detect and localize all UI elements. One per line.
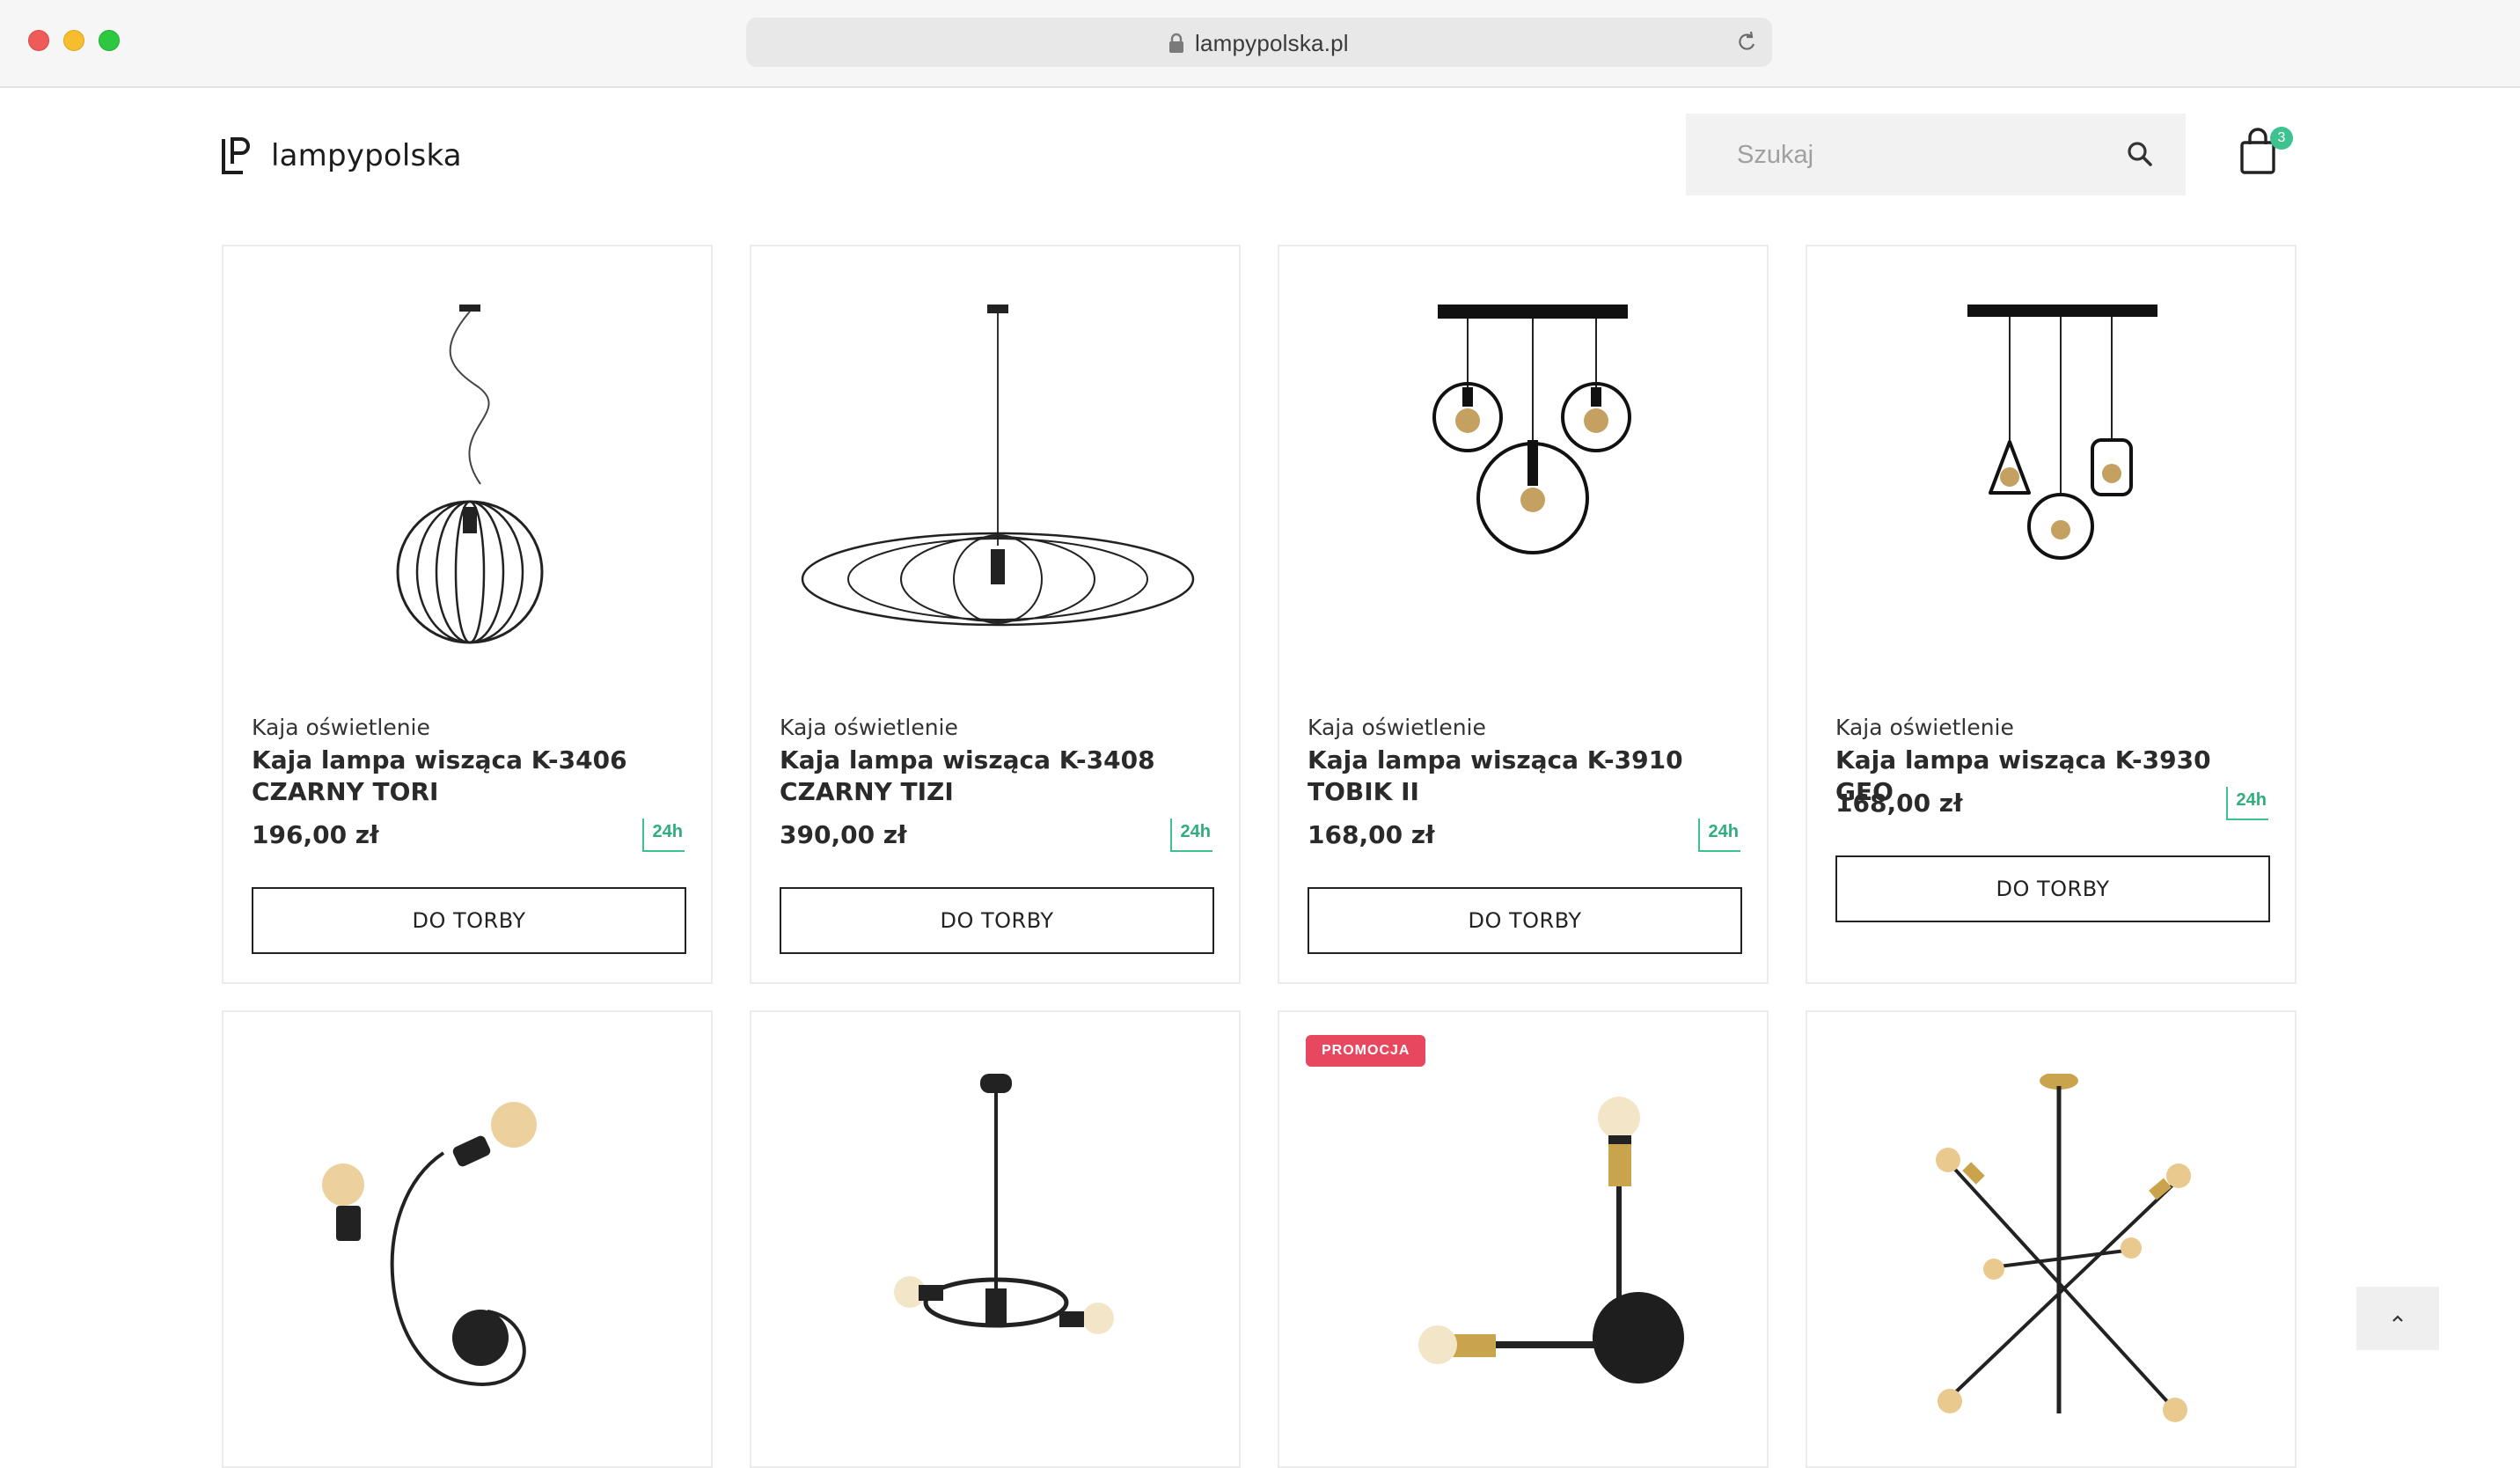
product-card[interactable]: Kaja oświetlenie Kaja lampa wisząca K-34… [222,245,713,984]
product-image [1936,1074,2191,1422]
cart-button[interactable]: 3 [2238,127,2293,176]
delivery-badge: 24h [1698,818,1740,852]
product-card[interactable] [1806,1010,2297,1468]
logo-text: lampypolska [271,138,462,173]
product-image [1418,1097,1684,1384]
browser-toolbar: lampypolska.pl [0,0,2520,88]
scroll-to-top-button[interactable] [2356,1287,2439,1350]
window-zoom-button[interactable] [99,30,120,51]
search-icon[interactable] [2126,140,2154,168]
add-to-bag-button[interactable]: DO TORBY [780,887,1214,954]
product-image [396,305,544,644]
product-image [1432,305,1631,554]
product-card[interactable]: Kaja oświetlenie Kaja lampa wisząca K-39… [1806,245,2297,984]
product-name[interactable]: Kaja lampa wisząca K-3406 CZARNY TORI [252,745,674,808]
product-card[interactable] [222,1010,713,1468]
search-box [1686,114,2186,195]
logo-mark-icon [222,137,250,174]
window-close-button[interactable] [28,30,49,51]
product-name[interactable]: Kaja lampa wisząca K-3910 TOBIK II [1308,745,1730,808]
product-name[interactable]: Kaja lampa wisząca K-3408 CZARNY TIZI [780,745,1202,808]
product-brand: Kaja oświetlenie [252,715,430,740]
site-logo[interactable]: lampypolska [220,136,462,176]
product-price: 168,00 zł [1308,820,1435,849]
delivery-badge: 24h [2226,787,2268,820]
chevron-up-icon [2392,1315,2403,1322]
promo-badge: PROMOCJA [1306,1035,1426,1067]
product-card[interactable] [750,1010,1241,1468]
search-input[interactable] [1735,131,2108,179]
url-text: lampypolska.pl [1195,30,1349,56]
window-minimize-button[interactable] [63,30,84,51]
delivery-badge: 24h [642,818,685,852]
product-image [801,305,1195,627]
product-price: 196,00 zł [252,820,379,849]
product-card[interactable]: Kaja oświetlenie Kaja lampa wisząca K-34… [750,245,1241,984]
product-brand: Kaja oświetlenie [780,715,958,740]
product-card[interactable]: Kaja oświetlenie Kaja lampa wisząca K-39… [1278,245,1769,984]
delivery-badge: 24h [1170,818,1212,852]
product-price: 168,00 zł [1835,789,1963,818]
product-image [894,1074,1114,1334]
address-bar[interactable]: lampypolska.pl [746,18,1772,67]
product-price: 390,00 zł [780,820,907,849]
lock-icon [1169,33,1183,53]
product-image [322,1102,537,1386]
add-to-bag-button[interactable]: DO TORBY [1835,855,2270,922]
add-to-bag-button[interactable]: DO TORBY [252,887,686,954]
reload-icon[interactable] [1735,30,1758,55]
product-brand: Kaja oświetlenie [1308,715,1486,740]
product-brand: Kaja oświetlenie [1835,715,2014,740]
product-card[interactable]: PROMOCJA [1278,1010,1769,1468]
add-to-bag-button[interactable]: DO TORBY [1308,887,1742,954]
cart-count-badge: 3 [2270,127,2293,150]
product-image [1967,305,2157,560]
